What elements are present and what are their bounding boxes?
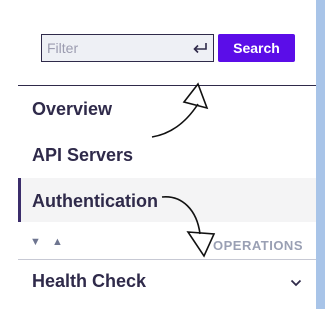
filter-field[interactable] (41, 34, 214, 62)
chevron-down-icon[interactable] (290, 278, 302, 288)
divider (18, 259, 316, 260)
search-button[interactable]: Search (218, 34, 295, 62)
filter-input[interactable] (42, 35, 187, 61)
operations-label: OPERATIONS (213, 238, 303, 253)
sidebar: Search Overview API Servers Authenticati… (0, 0, 316, 309)
sort-toggle-icon[interactable]: ▼ ▲ (30, 236, 67, 248)
group-health-check[interactable]: Health Check (18, 262, 316, 304)
search-row: Search (41, 34, 295, 62)
sidebar-item-label: API Servers (32, 145, 134, 165)
sidebar-item-overview[interactable]: Overview (18, 86, 316, 130)
sidebar-item-label: Overview (32, 99, 113, 119)
group-label: Health Check (32, 271, 147, 291)
sidebar-item-api-servers[interactable]: API Servers (18, 132, 316, 176)
scroll-stripe (316, 0, 325, 309)
sidebar-item-authentication[interactable]: Authentication (18, 178, 316, 222)
sidebar-item-label: Authentication (32, 191, 158, 211)
operations-header: ▼ ▲ OPERATIONS (18, 234, 316, 256)
enter-return-icon[interactable] (192, 39, 208, 57)
